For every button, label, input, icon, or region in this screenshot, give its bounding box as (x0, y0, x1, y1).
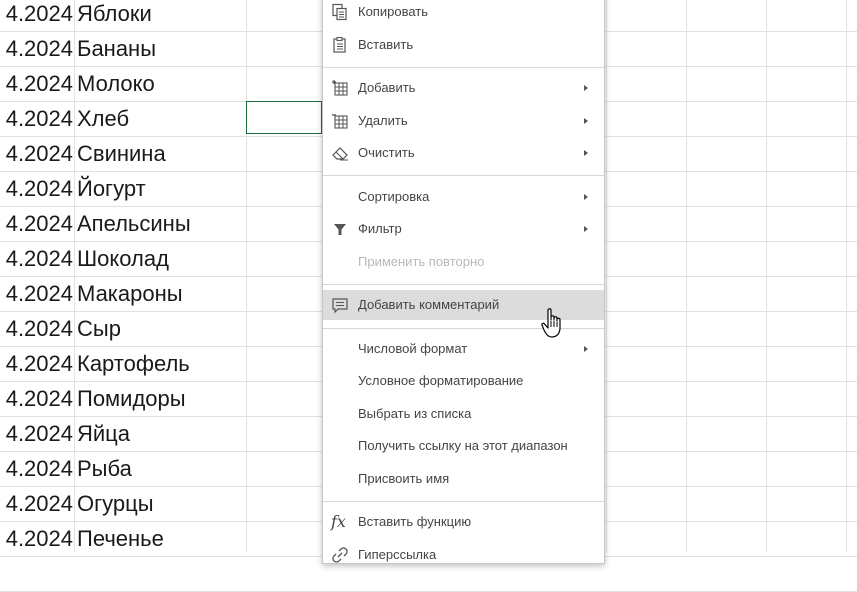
menu-item-label: Вставить функцию (358, 514, 472, 529)
product-cell[interactable]: Шоколад (77, 242, 169, 276)
row[interactable]: 4.2024 Яйца (0, 417, 330, 451)
menu-item-label: Числовой формат (358, 341, 468, 356)
submenu-arrow-icon (584, 118, 588, 124)
product-cell[interactable]: Яйца (77, 417, 130, 451)
row[interactable]: 4.2024 Помидоры (0, 382, 330, 416)
menu-item-label: Сортировка (358, 189, 430, 204)
date-cell[interactable]: 4.2024 (6, 137, 73, 171)
date-cell[interactable]: 4.2024 (6, 382, 73, 416)
context-menu: Копировать Вставить Добавить Удалить Очи… (322, 0, 605, 564)
submenu-arrow-icon (584, 346, 588, 352)
row[interactable]: 4.2024 Рыба (0, 452, 330, 486)
menu-separator (323, 67, 604, 68)
date-cell[interactable]: 4.2024 (6, 172, 73, 206)
row[interactable]: 4.2024 Печенье (0, 522, 330, 556)
product-cell[interactable]: Помидоры (77, 382, 186, 416)
menu-item-label: Присвоить имя (358, 471, 450, 486)
row[interactable]: 4.2024 Огурцы (0, 487, 330, 521)
menu-item-sort[interactable]: Сортировка (323, 182, 604, 212)
menu-item-label: Копировать (358, 4, 428, 19)
eraser-icon (331, 144, 349, 162)
menu-item-pick-from-list[interactable]: Выбрать из списка (323, 399, 604, 429)
product-cell[interactable]: Макароны (77, 277, 183, 311)
date-cell[interactable]: 4.2024 (6, 277, 73, 311)
submenu-arrow-icon (584, 150, 588, 156)
date-cell[interactable]: 4.2024 (6, 207, 73, 241)
product-cell[interactable]: Йогурт (77, 172, 146, 206)
row[interactable]: 4.2024 Шоколад (0, 242, 330, 276)
submenu-arrow-icon (584, 85, 588, 91)
menu-item-label: Выбрать из списка (358, 406, 472, 421)
date-cell[interactable]: 4.2024 (6, 312, 73, 346)
date-cell[interactable]: 4.2024 (6, 242, 73, 276)
delete-cells-icon (331, 112, 349, 130)
row[interactable]: 4.2024 Бананы (0, 32, 330, 66)
menu-item-label: Фильтр (358, 221, 402, 236)
menu-item-label: Добавить (358, 80, 416, 95)
menu-item-delete[interactable]: Удалить (323, 106, 604, 136)
row[interactable]: 4.2024 Картофель (0, 347, 330, 381)
copy-icon (331, 3, 349, 21)
function-icon: fx (331, 512, 346, 531)
menu-item-label: Очистить (358, 145, 415, 160)
row[interactable]: 4.2024 Яблоки (0, 0, 330, 31)
date-cell[interactable]: 4.2024 (6, 102, 73, 136)
product-cell[interactable]: Огурцы (77, 487, 154, 521)
menu-item-filter[interactable]: Фильтр (323, 214, 604, 244)
menu-item-clear[interactable]: Очистить (323, 138, 604, 168)
menu-item-insert[interactable]: Добавить (323, 73, 604, 103)
menu-item-label: Условное форматирование (358, 373, 524, 388)
selected-cell[interactable] (246, 101, 322, 134)
date-cell[interactable]: 4.2024 (6, 452, 73, 486)
row[interactable]: 4.2024 Молоко (0, 67, 330, 101)
menu-item-label: Гиперссылка (358, 547, 437, 562)
product-cell[interactable]: Апельсины (77, 207, 191, 241)
product-cell[interactable]: Рыба (77, 452, 132, 486)
menu-item-label: Удалить (358, 113, 408, 128)
product-cell[interactable]: Хлеб (77, 102, 129, 136)
filter-icon (331, 220, 349, 238)
row[interactable]: 4.2024 Апельсины (0, 207, 330, 241)
date-cell[interactable]: 4.2024 (6, 67, 73, 101)
date-cell[interactable]: 4.2024 (6, 522, 73, 556)
product-cell[interactable]: Молоко (77, 67, 155, 101)
product-cell[interactable]: Сыр (77, 312, 121, 346)
menu-item-label: Добавить комментарий (358, 297, 500, 312)
row[interactable]: 4.2024 Йогурт (0, 172, 330, 206)
date-cell[interactable]: 4.2024 (6, 347, 73, 381)
menu-item-insert-function[interactable]: fx Вставить функцию (323, 507, 604, 537)
product-cell[interactable]: Картофель (77, 347, 190, 381)
product-cell[interactable]: Бананы (77, 32, 156, 66)
hand-cursor-icon (541, 308, 565, 340)
date-cell[interactable]: 4.2024 (6, 487, 73, 521)
menu-item-label: Получить ссылку на этот диапазон (358, 438, 568, 453)
product-cell[interactable]: Печенье (77, 522, 164, 556)
date-cell[interactable]: 4.2024 (6, 32, 73, 66)
menu-item-paste[interactable]: Вставить (323, 30, 604, 60)
insert-cells-icon (331, 79, 349, 97)
paste-icon (331, 36, 349, 54)
menu-item-label: Применить повторно (358, 254, 485, 269)
menu-item-define-name[interactable]: Присвоить имя (323, 464, 604, 494)
menu-separator (323, 501, 604, 502)
date-cell[interactable]: 4.2024 (6, 417, 73, 451)
menu-item-copy[interactable]: Копировать (323, 0, 604, 27)
row[interactable]: 4.2024 Сыр (0, 312, 330, 346)
menu-separator (323, 284, 604, 285)
hyperlink-icon (331, 546, 349, 564)
submenu-arrow-icon (584, 194, 588, 200)
row[interactable]: 4.2024 Свинина (0, 137, 330, 171)
product-cell[interactable]: Свинина (77, 137, 166, 171)
date-cell[interactable]: 4.2024 (6, 0, 73, 31)
menu-item-hyperlink[interactable]: Гиперссылка (323, 540, 604, 570)
comment-icon (331, 296, 349, 314)
product-cell[interactable]: Яблоки (77, 0, 152, 31)
submenu-arrow-icon (584, 226, 588, 232)
menu-item-label: Вставить (358, 37, 414, 52)
menu-item-reapply: Применить повторно (323, 247, 604, 277)
row[interactable]: 4.2024 Макароны (0, 277, 330, 311)
menu-separator (323, 175, 604, 176)
menu-item-conditional-format[interactable]: Условное форматирование (323, 366, 604, 396)
menu-item-get-link[interactable]: Получить ссылку на этот диапазон (323, 431, 604, 461)
